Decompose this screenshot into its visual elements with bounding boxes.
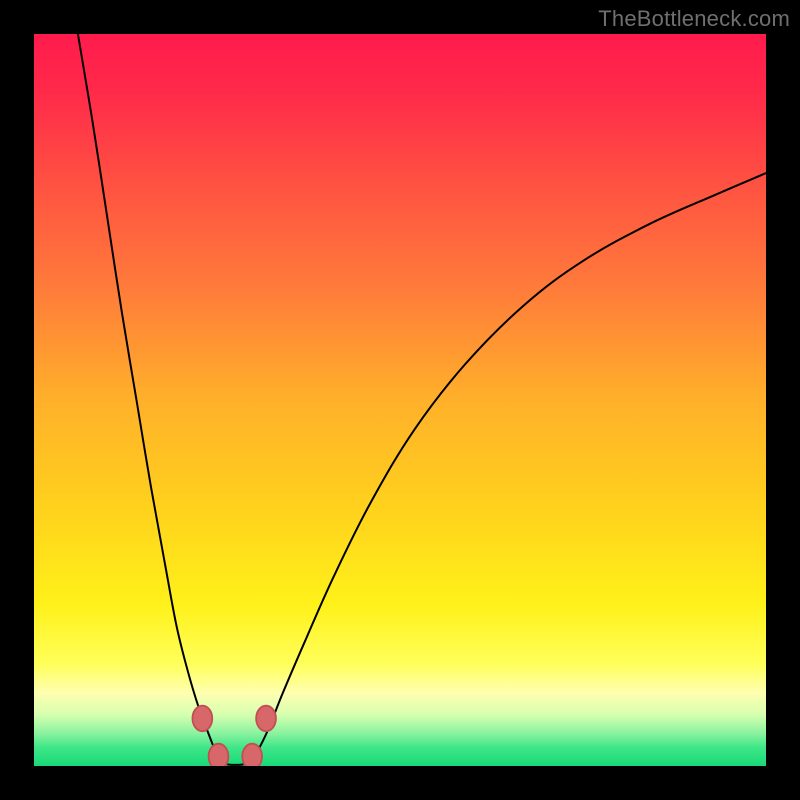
- watermark-text: TheBottleneck.com: [598, 6, 790, 32]
- plot-area: [34, 34, 766, 766]
- background-gradient: [34, 34, 766, 766]
- chart-frame: TheBottleneck.com: [0, 0, 800, 800]
